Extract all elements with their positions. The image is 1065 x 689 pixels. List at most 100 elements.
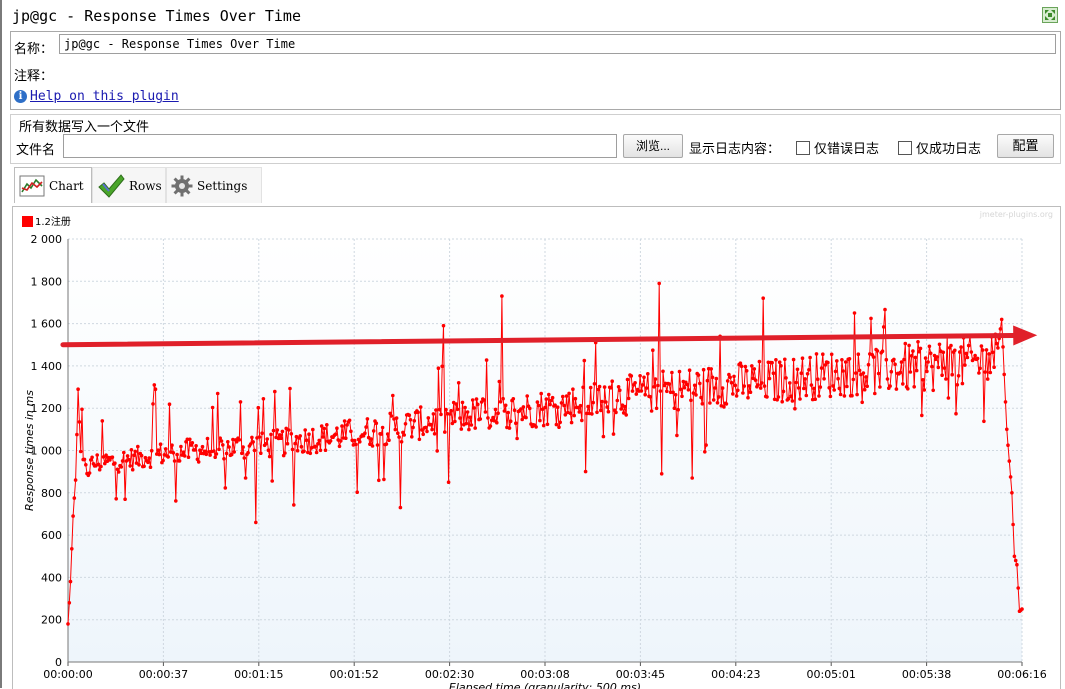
data-point [602, 385, 607, 389]
data-point [958, 350, 962, 354]
data-point [288, 386, 292, 391]
data-point [629, 374, 634, 378]
data-point [658, 389, 663, 393]
data-point [581, 385, 585, 390]
success-only-checkbox[interactable]: 仅成功日志 [898, 138, 981, 157]
data-point [678, 387, 683, 392]
data-point [963, 363, 967, 367]
data-point [814, 352, 819, 356]
data-point [840, 358, 844, 362]
data-point [757, 359, 762, 364]
data-point [836, 376, 840, 381]
data-point [964, 351, 968, 356]
data-point [921, 378, 925, 382]
data-point [969, 350, 974, 354]
name-input[interactable]: jp@gc - Response Times Over Time [59, 34, 1056, 54]
data-point [996, 346, 1000, 350]
data-point [985, 377, 990, 381]
data-point [385, 432, 390, 436]
tab-rows[interactable]: Rows [92, 167, 166, 203]
data-point [978, 366, 982, 371]
data-point [528, 406, 532, 411]
data-point [524, 415, 528, 420]
data-point [559, 401, 564, 405]
data-point [946, 396, 951, 400]
data-point [222, 457, 226, 461]
data-point [742, 384, 746, 388]
data-point [137, 463, 141, 467]
data-point [77, 420, 82, 424]
data-point [68, 579, 73, 584]
data-point [667, 382, 672, 386]
data-point [280, 429, 285, 434]
data-point [194, 444, 198, 448]
data-point [139, 453, 144, 458]
y-tick-label: 800 [41, 487, 62, 500]
file-name-input[interactable] [63, 134, 617, 158]
data-point [554, 422, 559, 427]
config-button[interactable]: 配置 [997, 134, 1054, 158]
data-point [190, 441, 195, 445]
success-only-box[interactable] [898, 140, 912, 155]
expand-icon[interactable] [1042, 7, 1058, 23]
errors-only-checkbox[interactable]: 仅错误日志 [796, 138, 879, 157]
tab-chart[interactable]: Chart [14, 167, 92, 203]
data-point [407, 413, 412, 417]
browse-button[interactable]: 浏览... [623, 134, 683, 158]
data-point [292, 503, 296, 507]
errors-only-box[interactable] [796, 140, 810, 155]
chart-icon [19, 175, 45, 196]
data-point [642, 375, 646, 380]
data-point [243, 476, 248, 480]
data-point [892, 357, 896, 362]
data-point [799, 371, 804, 375]
data-point [429, 422, 433, 427]
data-point [110, 455, 115, 459]
data-point [270, 479, 275, 483]
data-point [698, 381, 702, 386]
data-point [832, 388, 836, 392]
data-point [397, 435, 401, 439]
data-point [557, 425, 561, 429]
file-section-legend: 所有数据写入一个文件 [19, 119, 150, 134]
data-point [626, 396, 631, 401]
data-point [818, 385, 823, 389]
data-point [700, 402, 705, 406]
data-point [776, 395, 781, 399]
data-point [251, 440, 255, 444]
data-point [321, 435, 325, 439]
data-point [67, 601, 72, 605]
data-point [842, 394, 847, 398]
data-point [610, 379, 614, 383]
data-point [493, 407, 498, 412]
tab-settings[interactable]: Settings [166, 167, 262, 203]
data-point [680, 394, 684, 399]
data-point [317, 438, 322, 443]
data-point [611, 432, 616, 436]
data-point [881, 325, 886, 329]
data-point [854, 371, 858, 375]
data-point [884, 357, 889, 362]
data-point [950, 372, 954, 377]
data-point [152, 383, 157, 387]
data-point [722, 405, 726, 409]
x-tick-label: 00:03:08 [520, 668, 569, 681]
data-point [550, 395, 555, 400]
data-point [161, 458, 165, 463]
data-point [441, 323, 446, 328]
help-link[interactable]: Help on this plugin [30, 89, 179, 104]
data-point [333, 432, 338, 436]
data-point [676, 407, 680, 412]
data-point [784, 376, 788, 380]
data-point [648, 395, 653, 399]
gear-icon [171, 175, 193, 196]
data-point [673, 393, 678, 397]
data-point [652, 385, 656, 389]
data-point [370, 444, 375, 448]
data-point [143, 455, 148, 460]
help-row[interactable]: i Help on this plugin [14, 89, 179, 104]
data-point [639, 389, 644, 393]
data-point [916, 340, 920, 344]
data-point [687, 368, 692, 372]
data-point [512, 408, 517, 412]
